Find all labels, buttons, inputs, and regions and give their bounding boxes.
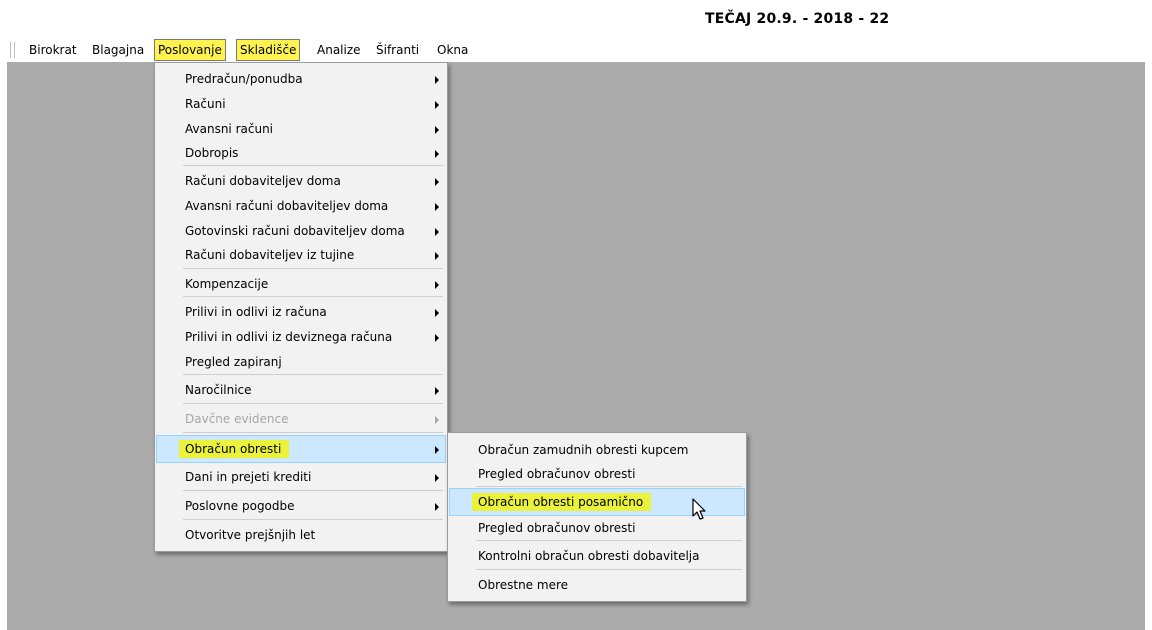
menu-birokrat[interactable]: Birokrat — [26, 40, 80, 60]
menu-item-racuni[interactable]: Računi — [157, 91, 445, 117]
menu-item-label: Kontrolni obračun obresti dobavitelja — [478, 549, 700, 563]
chevron-right-icon — [435, 203, 439, 211]
chevron-right-icon — [435, 446, 439, 454]
menu-item-label-wrap: Obračun obresti — [179, 436, 290, 462]
menu-separator — [183, 519, 443, 520]
menu-item-label: Kompenzacije — [185, 277, 269, 291]
menu-item-label: Avansni računi — [185, 122, 274, 136]
chevron-right-icon — [435, 474, 439, 482]
menu-poslovanje[interactable]: Poslovanje — [154, 39, 226, 61]
chevron-right-icon — [435, 309, 439, 317]
menu-item-label: Otvoritve prejšnjih let — [185, 528, 316, 542]
menu-item-label: Naročilnice — [185, 383, 252, 397]
menu-item-dobropis[interactable]: Dobropis — [157, 140, 445, 166]
menu-item-avansni-racuni-dobaviteljev[interactable]: Avansni računi dobaviteljev doma — [157, 193, 445, 219]
menu-item-pregled-zapiranj[interactable]: Pregled zapiranj — [157, 349, 445, 375]
chevron-right-icon — [435, 228, 439, 236]
chevron-right-icon — [435, 252, 439, 260]
menu-item-gotovinski-racuni[interactable]: Gotovinski računi dobaviteljev doma — [157, 218, 445, 244]
menu-separator — [183, 432, 443, 433]
menu-item-label: Avansni računi dobaviteljev doma — [185, 199, 389, 213]
menu-separator — [476, 540, 742, 541]
menu-okna[interactable]: Okna — [434, 40, 471, 60]
app-title: TEČAJ 20.9. - 2018 - 22 — [705, 11, 890, 27]
menu-separator — [183, 403, 443, 404]
submenu-item-kontrolni-obracun[interactable]: Kontrolni obračun obresti dobavitelja — [450, 543, 744, 569]
menu-separator — [183, 296, 443, 297]
menu-item-label-wrap: Obračun obresti posamično — [472, 489, 652, 515]
menu-sifranti[interactable]: Šifranti — [373, 40, 422, 60]
submenu-item-pregled-obracunov[interactable]: Pregled obračunov obresti — [450, 461, 744, 487]
menu-item-label: Davčne evidence — [185, 412, 289, 426]
menu-item-prilivi-odlivi[interactable]: Prilivi in odlivi iz računa — [157, 299, 445, 325]
menu-item-label: Dani in prejeti krediti — [185, 470, 312, 484]
menu-bar: Birokrat Blagajna Poslovanje Skladišče A… — [0, 38, 1152, 62]
menu-item-label: Poslovne pogodbe — [185, 499, 295, 513]
menu-item-label: Predračun/ponudba — [185, 72, 303, 86]
menu-separator — [183, 374, 443, 375]
menu-item-poslovne-pogodbe[interactable]: Poslovne pogodbe — [157, 493, 445, 519]
menu-item-label: Prilivi in odlivi iz računa — [185, 305, 327, 319]
menu-item-label: Obračun zamudnih obresti kupcem — [478, 443, 689, 457]
menu-item-otvoritve[interactable]: Otvoritve prejšnjih let — [157, 522, 445, 548]
menu-item-dani-prejeti-krediti[interactable]: Dani in prejeti krediti — [157, 464, 445, 490]
menu-item-label: Obračun obresti — [179, 440, 290, 458]
menu-item-predracun[interactable]: Predračun/ponudba — [157, 66, 445, 92]
chevron-right-icon — [435, 76, 439, 84]
menu-item-obracun-obresti[interactable]: Obračun obresti — [156, 435, 446, 463]
menu-analize[interactable]: Analize — [314, 40, 364, 60]
menu-item-davcne-evidence: Davčne evidence — [157, 406, 445, 432]
menu-separator — [476, 569, 742, 570]
poslovanje-dropdown: Predračun/ponudba Računi Avansni računi … — [154, 62, 448, 552]
menu-item-avansni-racuni[interactable]: Avansni računi — [157, 116, 445, 142]
menu-item-narocilnice[interactable]: Naročilnice — [157, 377, 445, 403]
menu-item-label: Gotovinski računi dobaviteljev doma — [185, 224, 405, 238]
chevron-right-icon — [435, 101, 439, 109]
submenu-item-obrestne-mere[interactable]: Obrestne mere — [450, 572, 744, 598]
chevron-right-icon — [435, 334, 439, 342]
menu-item-label: Pregled obračunov obresti — [478, 521, 636, 535]
menu-item-racuni-dobaviteljev-doma[interactable]: Računi dobaviteljev doma — [157, 168, 445, 194]
menu-item-label: Računi dobaviteljev iz tujine — [185, 248, 355, 262]
menu-item-racuni-iz-tujine[interactable]: Računi dobaviteljev iz tujine — [157, 242, 445, 268]
chevron-right-icon — [435, 416, 439, 424]
menu-item-label: Obračun obresti posamično — [472, 493, 652, 511]
menu-blagajna[interactable]: Blagajna — [89, 40, 147, 60]
title-bar: TEČAJ 20.9. - 2018 - 22 — [0, 0, 1152, 38]
chevron-right-icon — [435, 126, 439, 134]
menu-item-label: Obrestne mere — [478, 578, 568, 592]
menu-skladisce[interactable]: Skladišče — [235, 39, 301, 61]
menu-item-label: Dobropis — [185, 146, 239, 160]
chevron-right-icon — [435, 281, 439, 289]
chevron-right-icon — [435, 503, 439, 511]
menu-separator — [183, 268, 443, 269]
menu-separator — [183, 490, 443, 491]
toolbar-grip[interactable] — [10, 42, 15, 58]
menu-separator — [183, 165, 443, 166]
menu-item-prilivi-odlivi-devizni[interactable]: Prilivi in odlivi iz deviznega računa — [157, 324, 445, 350]
menu-item-kompenzacije[interactable]: Kompenzacije — [157, 271, 445, 297]
menu-item-label: Računi — [185, 97, 226, 111]
submenu-item-zamudne-obresti[interactable]: Obračun zamudnih obresti kupcem — [450, 437, 744, 463]
menu-separator — [476, 486, 742, 487]
chevron-right-icon — [435, 387, 439, 395]
chevron-right-icon — [435, 150, 439, 158]
chevron-right-icon — [435, 178, 439, 186]
menu-item-label: Računi dobaviteljev doma — [185, 174, 341, 188]
menu-item-label: Prilivi in odlivi iz deviznega računa — [185, 330, 393, 344]
menu-item-label: Pregled obračunov obresti — [478, 467, 636, 481]
menu-item-label: Pregled zapiranj — [185, 355, 282, 369]
mouse-pointer-icon — [692, 498, 706, 520]
